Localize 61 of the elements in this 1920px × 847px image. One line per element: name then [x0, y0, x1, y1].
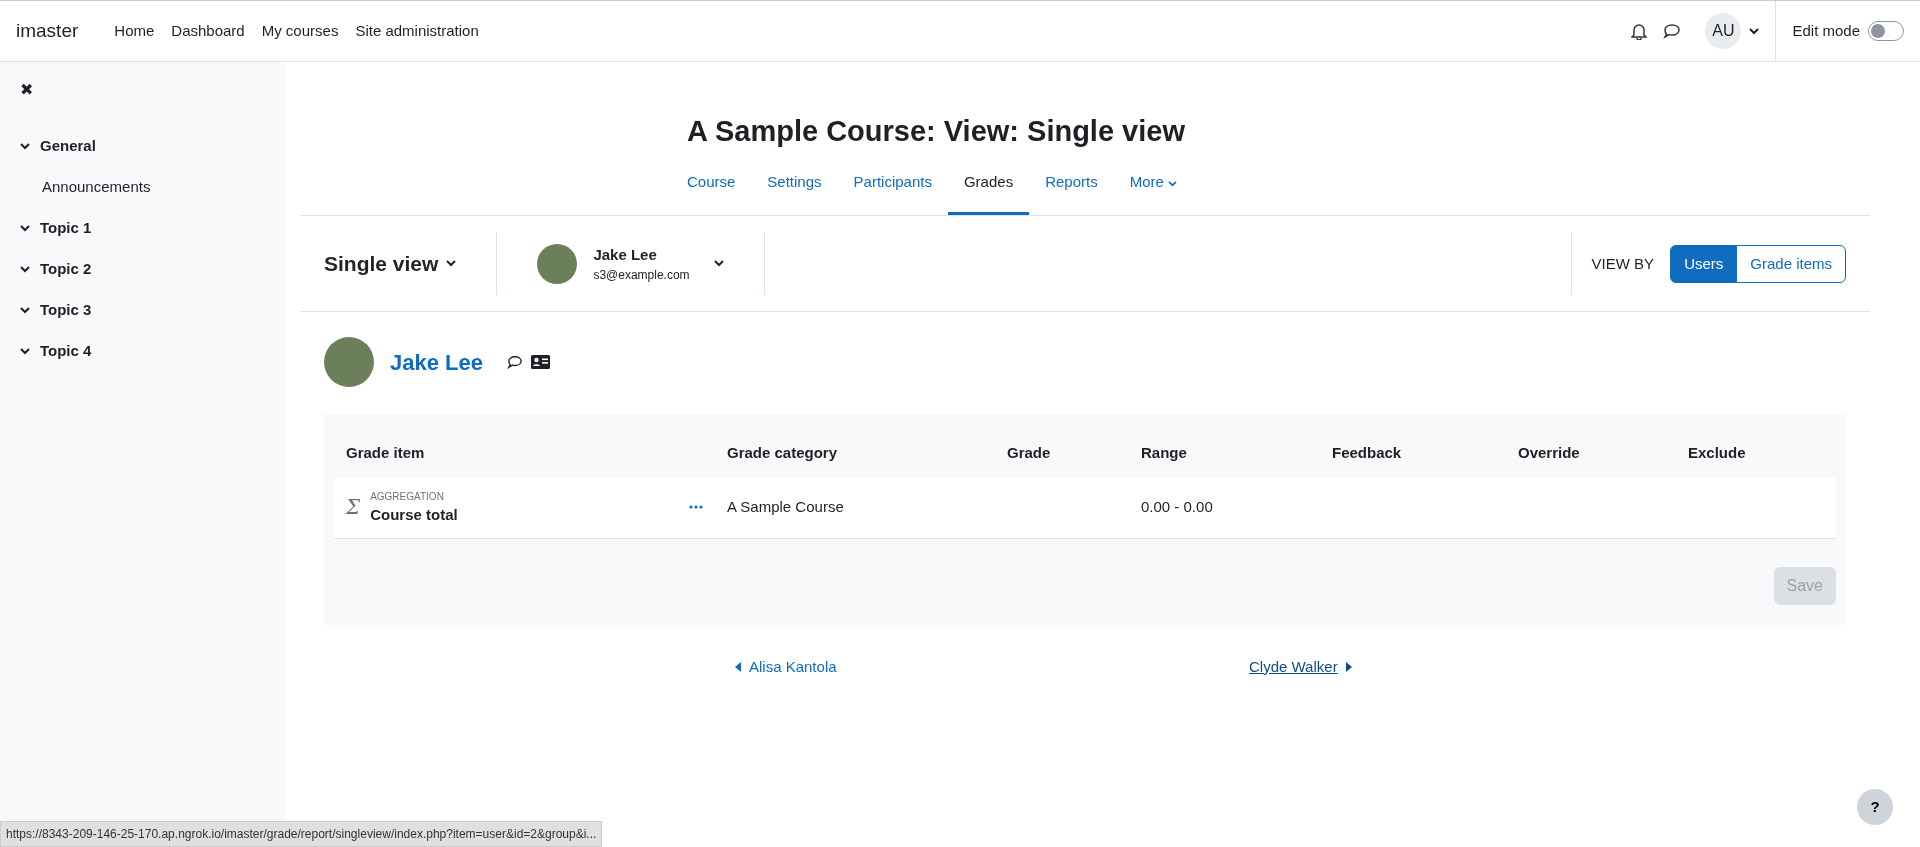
more-actions-icon[interactable]	[689, 505, 703, 510]
column-header: Grade category	[726, 443, 839, 464]
photo-placeholder	[324, 337, 374, 388]
close-icon[interactable]: ✖	[20, 78, 33, 102]
chevron-down-icon	[1167, 180, 1177, 187]
section-item[interactable]: Topic 2	[20, 249, 265, 290]
user-name-link[interactable]: Jake Lee	[390, 345, 483, 379]
column-header: Feedback	[1331, 443, 1403, 464]
nav-tab[interactable]: Grades	[947, 170, 1030, 216]
item-type-label: AGGREGATION	[370, 489, 445, 504]
chevron-down-icon[interactable]	[20, 307, 30, 314]
column-header: Grade	[1006, 443, 1052, 464]
chat-bubble-icon[interactable]	[506, 355, 523, 370]
edit-mode-label: Edit mode	[1792, 20, 1860, 41]
bell-icon[interactable]	[1631, 22, 1648, 40]
page-title: A Sample Course: View: Single view	[687, 114, 1186, 149]
view-by-button[interactable]: Users	[1670, 244, 1738, 284]
nav-tab[interactable]: More	[1113, 170, 1193, 216]
nav-tab[interactable]: Reports	[1029, 170, 1114, 216]
site-logo-text[interactable]: imaster	[16, 16, 79, 46]
chevron-down-icon	[446, 260, 457, 268]
nav-tab[interactable]: Course	[671, 170, 752, 216]
activity-link[interactable]: Announcements	[20, 167, 265, 208]
section-item[interactable]: General	[20, 126, 265, 167]
column-header: Override	[1517, 443, 1581, 464]
nav-link[interactable]: Home	[114, 19, 155, 43]
chat-bubble-icon[interactable]	[1663, 23, 1682, 39]
chevron-down-icon[interactable]	[20, 225, 30, 232]
user-avatar[interactable]: AU	[1705, 13, 1742, 49]
table-cell-text: A Sample Course	[726, 497, 845, 518]
view-by-button[interactable]: Grade items	[1736, 244, 1846, 284]
previous-user-link[interactable]: Alisa Kantola	[735, 656, 1249, 677]
grade-item-name: Course total	[370, 504, 459, 525]
column-header: Range	[1140, 443, 1188, 464]
triangle-left-icon	[735, 661, 741, 672]
chevron-down-icon[interactable]	[20, 143, 30, 150]
help-button[interactable]: ?	[1857, 789, 1893, 825]
section-item[interactable]: Topic 4	[20, 331, 265, 372]
status-bar-url: https://8343-209-146-25-170.ap.ngrok.io/imaster/grade/report/singleview/index.php?item=user&id=2&group&i...	[0, 821, 603, 847]
nav-tab[interactable]: Participants	[837, 170, 948, 216]
report-selector[interactable]: Single view	[324, 248, 457, 280]
chevron-down-icon[interactable]	[1749, 27, 1760, 35]
sigma-icon: Σ	[346, 492, 361, 523]
chevron-down-icon[interactable]	[20, 348, 30, 355]
triangle-right-icon	[1345, 661, 1352, 672]
column-header: Exclude	[1687, 443, 1747, 464]
user-selector[interactable]: Jake Lee s3@example.com	[537, 243, 724, 285]
photo-placeholder	[537, 243, 578, 284]
id-card-icon[interactable]	[530, 355, 550, 370]
nav-link[interactable]: Dashboard	[171, 19, 245, 43]
nav-tab[interactable]: Settings	[751, 170, 838, 216]
table-cell-text: 0.00 - 0.00	[1140, 497, 1214, 518]
next-user-link[interactable]: Clyde Walker	[1249, 656, 1352, 677]
chevron-down-icon[interactable]	[20, 266, 30, 273]
section-item[interactable]: Topic 1	[20, 208, 265, 249]
column-header: Grade item	[345, 443, 426, 464]
nav-link[interactable]: My courses	[261, 19, 339, 43]
nav-link[interactable]: Site administration	[355, 19, 479, 43]
view-by-label: VIEW BY	[1591, 253, 1655, 274]
section-item[interactable]: Topic 3	[20, 290, 265, 331]
chevron-down-icon	[713, 260, 724, 268]
